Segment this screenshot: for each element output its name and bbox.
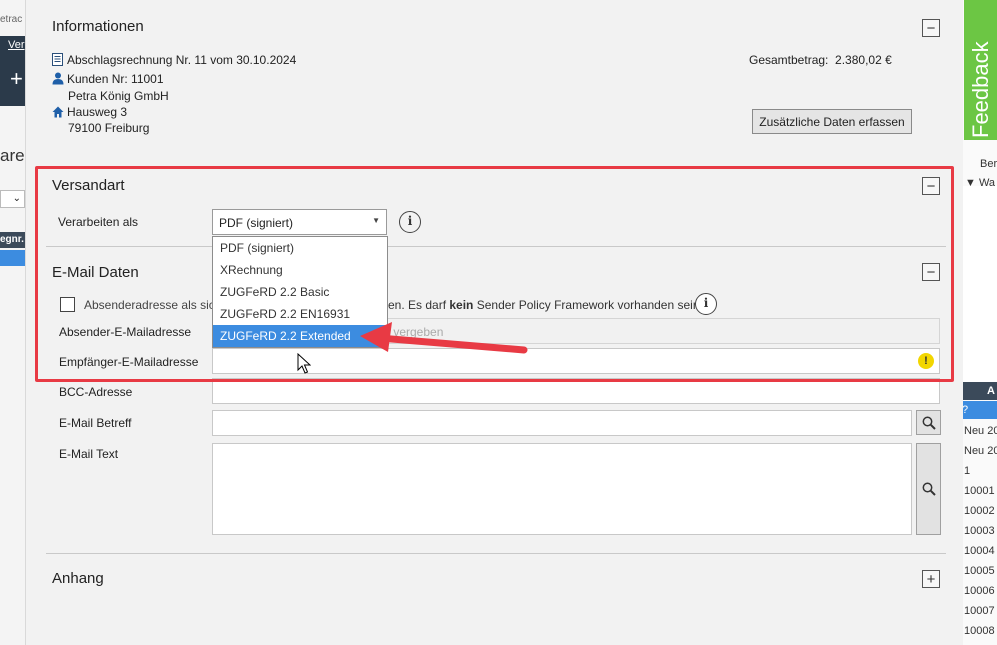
subject-input[interactable]: [212, 410, 912, 436]
process-as-selected-value: PDF (signiert): [219, 216, 294, 230]
section-divider: [46, 246, 946, 247]
bg-text: 10005: [964, 565, 995, 577]
bg-text: are: [0, 146, 25, 165]
person-icon: [52, 72, 64, 85]
search-icon: [922, 416, 936, 430]
total-value: 2.380,02 €: [835, 53, 892, 67]
bg-dark-panel: Ver +: [0, 36, 25, 106]
search-icon: [922, 482, 936, 496]
body-label: E-Mail Text: [59, 447, 119, 461]
bg-text: Ver: [8, 39, 25, 51]
shipping-section-title: Versandart: [52, 177, 125, 194]
bg-text: A: [962, 382, 997, 400]
bg-text: Neu 20: [964, 425, 997, 437]
bg-text: 10008: [964, 625, 995, 637]
dropdown-option-xrechnung[interactable]: XRechnung: [213, 259, 387, 281]
sender-checkbox-text-start: Absenderadresse als sich: [84, 298, 222, 312]
address-street-line: Hausweg 3: [52, 105, 127, 119]
background-app-right: Feedback Ber ▼ Wa A ? Neu 20 Neu 20 1 10…: [962, 0, 997, 645]
extra-data-button[interactable]: Zusätzliche Daten erfassen: [752, 109, 912, 134]
dropdown-option-pdf-signed[interactable]: PDF (signiert): [213, 237, 387, 259]
home-icon: [52, 106, 64, 118]
process-as-select[interactable]: PDF (signiert) ▼: [212, 209, 387, 235]
info-section-title: Informationen: [52, 18, 144, 35]
bg-text: 10004: [964, 545, 995, 557]
feedback-tab[interactable]: Feedback: [964, 0, 997, 140]
bg-chevron-down-icon: ⌄: [0, 190, 25, 208]
process-info-icon[interactable]: i: [399, 211, 421, 233]
annotation-arrow-icon: [360, 322, 528, 354]
recipient-email-input[interactable]: !: [212, 348, 940, 374]
bcc-label: BCC-Adresse: [59, 385, 133, 399]
bg-selected-row: [0, 250, 25, 266]
invoice-line-text: Abschlagsrechnung Nr. 11 vom 30.10.2024: [67, 53, 297, 67]
attachment-expand-button[interactable]: +: [922, 570, 940, 588]
dropdown-option-zugferd-basic[interactable]: ZUGFeRD 2.2 Basic: [213, 281, 387, 303]
email-collapse-button[interactable]: −: [922, 263, 940, 281]
document-icon: [52, 53, 63, 66]
sender-email-label: Absender-E-Mailadresse: [59, 325, 192, 339]
subject-label: E-Mail Betreff: [59, 416, 132, 430]
recipient-email-label: Empfänger-E-Mailadresse: [59, 355, 199, 369]
mouse-cursor-icon: [297, 353, 311, 374]
address-street: Hausweg 3: [67, 105, 128, 119]
subject-search-button[interactable]: [916, 410, 941, 435]
shipping-collapse-button[interactable]: −: [922, 177, 940, 195]
bg-text: Neu 20: [964, 445, 997, 457]
sender-info-icon[interactable]: i: [695, 293, 717, 315]
bg-text: ?: [962, 401, 997, 419]
process-as-label: Verarbeiten als: [58, 215, 139, 229]
customer-number: Kunden Nr: 11001: [67, 72, 164, 86]
body-textarea[interactable]: [212, 443, 912, 535]
total-amount: Gesamtbetrag: 2.380,02 €: [749, 53, 892, 67]
warning-icon: !: [918, 353, 934, 369]
attachment-section-title: Anhang: [52, 570, 104, 587]
bg-text: egnr.: [0, 232, 25, 248]
background-app-left: etrac Ver + are ⌄ egnr.: [0, 0, 25, 645]
bcc-input[interactable]: [212, 378, 940, 404]
info-collapse-button[interactable]: −: [922, 19, 940, 37]
bg-text: etrac: [0, 14, 23, 25]
bg-white-panel: [962, 186, 997, 382]
body-search-button[interactable]: [916, 443, 941, 535]
dropdown-arrow-icon: ▼: [372, 216, 380, 225]
bg-text: 10007: [964, 605, 995, 617]
section-divider: [46, 553, 946, 554]
bg-text: 10002: [964, 505, 995, 517]
bg-plus-icon: +: [10, 66, 23, 91]
email-section-title: E-Mail Daten: [52, 264, 139, 281]
bg-text: 10006: [964, 585, 995, 597]
bg-text: Ber: [980, 158, 997, 170]
customer-name: Petra König GmbH: [68, 89, 169, 103]
customer-line: Kunden Nr: 11001: [52, 72, 164, 86]
total-label: Gesamtbetrag:: [749, 53, 829, 67]
invoice-line: Abschlagsrechnung Nr. 11 vom 30.10.2024: [52, 53, 296, 67]
bg-text: 1: [964, 465, 971, 477]
bg-text: 10003: [964, 525, 995, 537]
feedback-label: Feedback: [968, 41, 993, 138]
bg-text: 10001: [964, 485, 995, 497]
address-city: 79100 Freiburg: [68, 121, 150, 135]
sender-as-checkbox[interactable]: [60, 297, 75, 312]
